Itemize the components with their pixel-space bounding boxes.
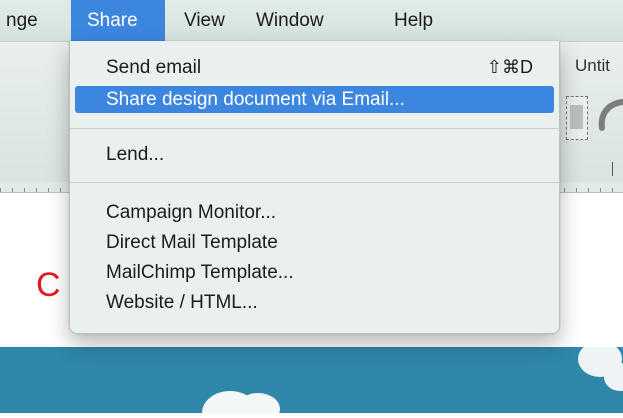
redo-arrow-icon[interactable] [596, 94, 623, 134]
keyboard-shortcut: ⇧⌘D [486, 57, 533, 77]
menu-share[interactable]: Share [71, 0, 165, 41]
toolbar-button[interactable] [566, 96, 588, 140]
clouds-graphic [202, 341, 623, 418]
menu-item-label: Website / HTML... [106, 292, 258, 313]
menu-item-label: Share design document via Email... [106, 89, 405, 110]
share-dropdown-menu: Send email ⇧⌘D Share design document via… [69, 41, 560, 334]
menu-item-label: Send email [106, 57, 202, 78]
menu-help[interactable]: Help [380, 0, 447, 41]
ruler-marker [612, 162, 613, 176]
menu-item-label: Direct Mail Template [106, 232, 278, 253]
document-title: Untit [575, 56, 610, 75]
canvas-image-sky [0, 341, 623, 418]
menu-item-direct-mail-template[interactable]: Direct Mail Template [75, 229, 554, 256]
menu-item-website-html[interactable]: Website / HTML... [75, 289, 554, 316]
menu-bar: nge Share View Window Help [0, 0, 623, 42]
menu-item-share-design-via-email[interactable]: Share design document via Email... [75, 86, 554, 113]
menu-item-send-email[interactable]: Send email ⇧⌘D [75, 54, 554, 81]
menu-item-label: Lend... [106, 144, 165, 165]
menu-separator [70, 128, 559, 129]
menu-item-mailchimp-template[interactable]: MailChimp Template... [75, 259, 554, 286]
canvas-text: C [36, 266, 61, 304]
menu-item-lend[interactable]: Lend... [75, 141, 554, 168]
menu-item-label: Campaign Monitor... [106, 202, 277, 223]
menu-item-label: MailChimp Template... [106, 262, 294, 283]
menu-window[interactable]: Window [242, 0, 338, 41]
menu-arrange[interactable]: nge [0, 0, 52, 41]
menu-view[interactable]: View [170, 0, 239, 41]
menu-separator [70, 182, 559, 183]
menu-item-campaign-monitor[interactable]: Campaign Monitor... [75, 199, 554, 226]
